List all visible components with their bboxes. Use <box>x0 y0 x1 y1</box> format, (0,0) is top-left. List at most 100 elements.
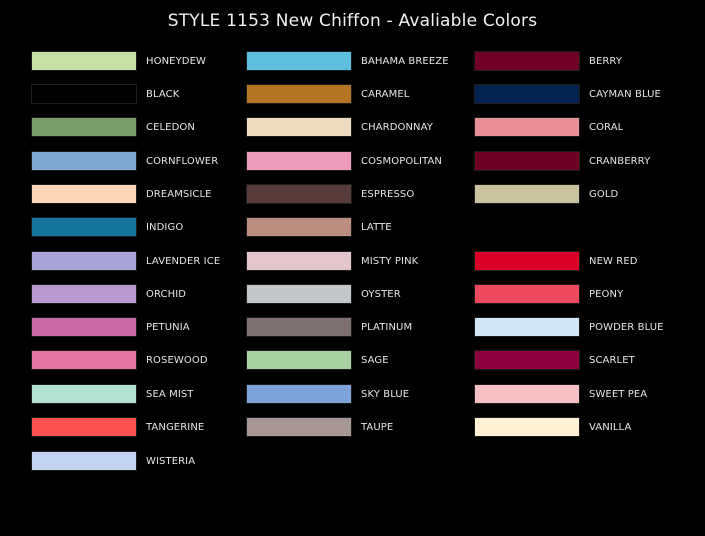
color-swatch <box>474 384 580 404</box>
color-row: CRANBERRY <box>474 151 650 171</box>
color-row: CHARDONNAY <box>246 117 433 137</box>
color-row: SCARLET <box>474 350 635 370</box>
color-swatch <box>31 384 137 404</box>
color-swatch <box>246 284 352 304</box>
color-label: ROSEWOOD <box>146 354 208 366</box>
color-row: GOLD <box>474 184 618 204</box>
color-label: COSMOPOLITAN <box>361 155 442 167</box>
color-label: SCARLET <box>589 354 635 366</box>
color-swatch <box>474 84 580 104</box>
color-row: LATTE <box>246 217 392 237</box>
color-swatch <box>246 117 352 137</box>
color-label: BERRY <box>589 55 623 67</box>
color-swatch <box>246 317 352 337</box>
color-label: BLACK <box>146 88 180 100</box>
color-swatch <box>246 84 352 104</box>
color-row: DREAMSICLE <box>31 184 212 204</box>
color-row: LAVENDER ICE <box>31 251 220 271</box>
color-label: CHARDONNAY <box>361 121 433 133</box>
color-label: PLATINUM <box>361 321 413 333</box>
color-swatch <box>474 350 580 370</box>
color-label: SKY BLUE <box>361 388 410 400</box>
page-title: STYLE 1153 New Chiffon - Avaliable Color… <box>167 11 538 31</box>
color-swatch <box>246 151 352 171</box>
color-label: CARAMEL <box>361 88 410 100</box>
color-label: VANILLA <box>589 421 632 433</box>
color-row: CARAMEL <box>246 84 409 104</box>
color-row: SAGE <box>246 350 389 370</box>
color-row: PEONY <box>474 284 623 304</box>
color-label: GOLD <box>589 188 619 200</box>
color-swatch <box>246 350 352 370</box>
color-row: CORNFLOWER <box>31 151 218 171</box>
color-row: MISTY PINK <box>246 251 418 271</box>
color-label: WISTERIA <box>146 455 196 467</box>
color-row: SWEET PEA <box>474 384 647 404</box>
color-label: CELEDON <box>146 121 195 133</box>
color-label: CAYMAN BLUE <box>589 88 661 100</box>
color-swatch <box>31 184 137 204</box>
color-row: TAUPE <box>246 417 393 437</box>
color-label: NEW RED <box>589 255 638 267</box>
color-label: SWEET PEA <box>589 388 648 400</box>
color-label: ESPRESSO <box>361 188 415 200</box>
color-row: BAHAMA BREEZE <box>246 51 449 71</box>
color-row: CAYMAN BLUE <box>474 84 661 104</box>
color-row: ESPRESSO <box>246 184 414 204</box>
color-row: CORAL <box>474 117 623 137</box>
color-row: COSMOPOLITAN <box>246 151 442 171</box>
color-row: INDIGO <box>31 217 183 237</box>
color-swatch <box>474 184 580 204</box>
color-swatch <box>246 51 352 71</box>
color-label: PETUNIA <box>146 321 190 333</box>
color-swatch <box>31 51 137 71</box>
color-row: HONEYDEW <box>31 51 206 71</box>
color-row: ORCHID <box>31 284 186 304</box>
color-row: BERRY <box>474 51 622 71</box>
color-swatch <box>246 417 352 437</box>
color-label: CORNFLOWER <box>146 155 219 167</box>
color-swatch <box>246 217 352 237</box>
color-swatch <box>31 317 137 337</box>
color-label: OYSTER <box>361 288 401 300</box>
color-label: HONEYDEW <box>146 55 207 67</box>
color-row: PETUNIA <box>31 317 190 337</box>
color-swatch <box>246 184 352 204</box>
color-row: CELEDON <box>31 117 195 137</box>
color-label: POWDER BLUE <box>589 321 664 333</box>
color-label: SEA MIST <box>146 388 194 400</box>
color-row: PLATINUM <box>246 317 412 337</box>
color-swatch <box>246 251 352 271</box>
color-swatch <box>474 117 580 137</box>
color-row: BLACK <box>31 84 179 104</box>
color-label: TANGERINE <box>146 421 205 433</box>
color-swatch <box>31 117 137 137</box>
color-swatch <box>31 251 137 271</box>
color-swatch <box>246 384 352 404</box>
color-row: VANILLA <box>474 417 631 437</box>
color-label: TAUPE <box>361 421 394 433</box>
color-row: TANGERINE <box>31 417 204 437</box>
color-label: BAHAMA BREEZE <box>361 55 449 67</box>
color-swatch <box>31 284 137 304</box>
color-row: POWDER BLUE <box>474 317 664 337</box>
color-row: WISTERIA <box>31 451 195 471</box>
color-label: ORCHID <box>146 288 187 300</box>
color-swatch <box>474 317 580 337</box>
color-swatch <box>31 451 137 471</box>
color-swatch <box>474 151 580 171</box>
color-label: CRANBERRY <box>589 155 651 167</box>
color-swatch <box>31 217 137 237</box>
color-row: SKY BLUE <box>246 384 409 404</box>
color-label: DREAMSICLE <box>146 188 212 200</box>
color-row: NEW RED <box>474 251 638 271</box>
color-label: LAVENDER ICE <box>146 255 221 267</box>
color-label: PEONY <box>589 288 624 300</box>
color-label: CORAL <box>589 121 624 133</box>
color-label: MISTY PINK <box>361 255 419 267</box>
color-row: ROSEWOOD <box>31 350 208 370</box>
color-row: SEA MIST <box>31 384 194 404</box>
color-swatch <box>31 151 137 171</box>
color-swatch <box>474 284 580 304</box>
color-label: LATTE <box>361 221 392 233</box>
